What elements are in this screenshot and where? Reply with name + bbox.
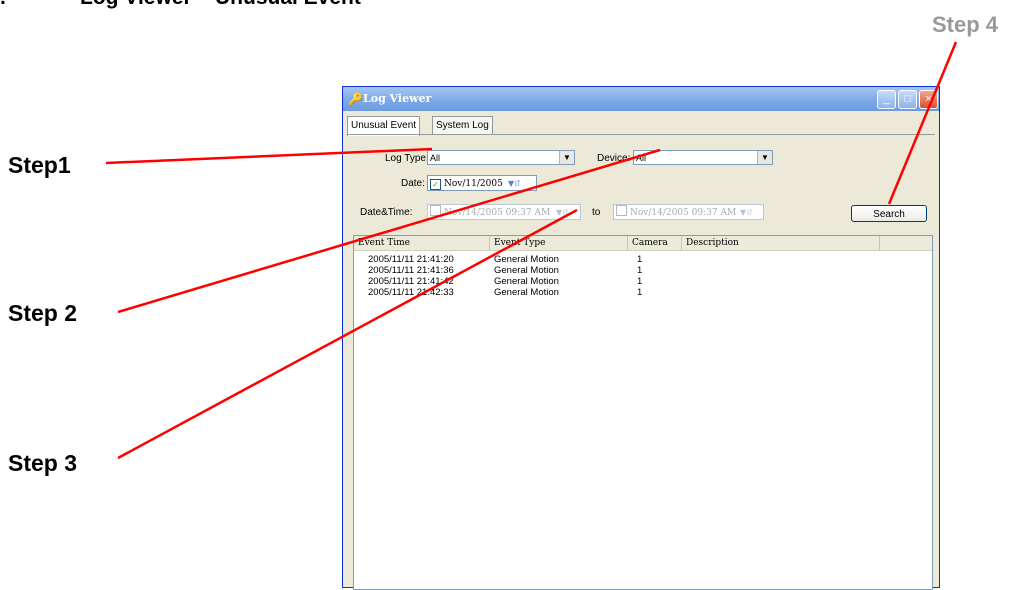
step1-pointer-line xyxy=(105,147,433,165)
step3-pointer-line xyxy=(117,208,578,460)
step4-pointer-line xyxy=(887,41,958,205)
annotation-lines xyxy=(105,41,958,460)
step2-pointer-line xyxy=(117,148,661,314)
